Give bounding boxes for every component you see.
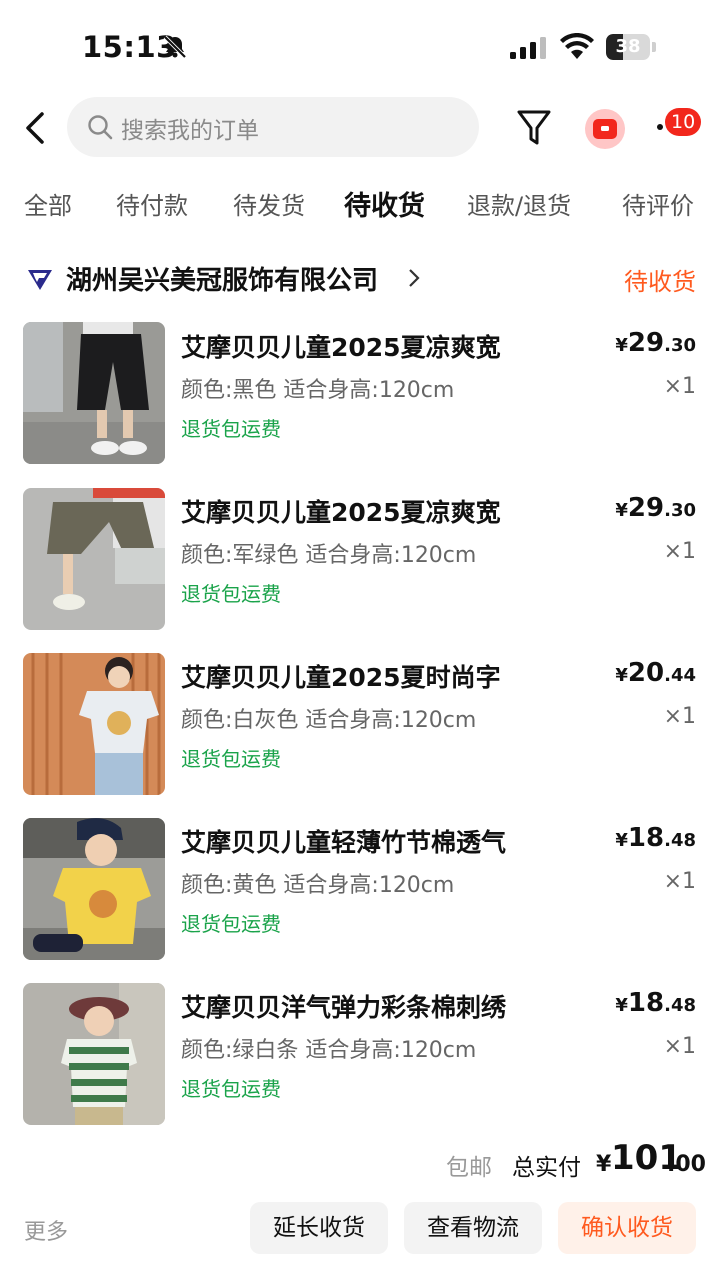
- product-qty: ×1: [663, 704, 696, 729]
- product-title[interactable]: 艾摩贝贝儿童2025夏凉爽宽: [181, 493, 501, 529]
- product-title[interactable]: 艾摩贝贝儿童2025夏凉爽宽: [181, 328, 501, 364]
- product-qty: ×1: [663, 374, 696, 399]
- product-photo-striped-tshirt: [23, 983, 165, 1125]
- battery-icon: 38: [606, 34, 656, 60]
- product-qty: ×1: [663, 869, 696, 894]
- return-shipping-tag: 退货包运费: [181, 582, 281, 606]
- shop-logo-icon: [28, 270, 52, 290]
- search-icon: [88, 115, 113, 140]
- product-spec: 颜色:黑色 适合身高:120cm: [181, 378, 455, 403]
- bell-muted-icon: [163, 35, 187, 59]
- confirm-receipt-button[interactable]: 确认收货: [558, 1202, 696, 1254]
- product-price: ¥20.44: [615, 658, 696, 688]
- product-spec: 颜色:军绿色 适合身高:120cm: [181, 543, 477, 568]
- cellular-signal-icon: [510, 37, 546, 59]
- product-photo-shorts-black: [23, 322, 165, 464]
- product-title[interactable]: 艾摩贝贝洋气弹力彩条棉刺绣: [181, 988, 506, 1024]
- message-badge[interactable]: 10: [665, 108, 702, 136]
- total-decimal: .00: [667, 1152, 706, 1177]
- filter-icon[interactable]: [516, 108, 552, 148]
- extend-receipt-button[interactable]: 延长收货: [250, 1202, 388, 1254]
- tab-pending-payment[interactable]: 待付款: [116, 186, 188, 221]
- return-shipping-tag: 退货包运费: [181, 417, 281, 441]
- product-image[interactable]: [23, 983, 165, 1125]
- tab-refund[interactable]: 退款/退货: [467, 186, 571, 221]
- red-packet-icon[interactable]: [584, 108, 626, 150]
- view-logistics-button[interactable]: 查看物流: [404, 1202, 542, 1254]
- product-photo-tshirt-yellow: [23, 818, 165, 960]
- product-image[interactable]: [23, 322, 165, 464]
- return-shipping-tag: 退货包运费: [181, 747, 281, 771]
- wifi-icon: [560, 33, 594, 59]
- product-price: ¥18.48: [615, 988, 696, 1018]
- product-photo-shorts-green: [23, 488, 165, 630]
- tab-pending-shipment[interactable]: 待发货: [233, 186, 305, 221]
- more-link[interactable]: 更多: [24, 1214, 68, 1246]
- return-shipping-tag: 退货包运费: [181, 912, 281, 936]
- total-label: 总实付: [512, 1155, 581, 1181]
- return-shipping-tag: 退货包运费: [181, 1077, 281, 1101]
- product-title[interactable]: 艾摩贝贝儿童轻薄竹节棉透气: [181, 823, 506, 859]
- product-spec: 颜色:绿白条 适合身高:120cm: [181, 1038, 477, 1063]
- product-price: ¥29.30: [615, 328, 696, 358]
- product-spec: 颜色:白灰色 适合身高:120cm: [181, 708, 477, 733]
- tab-pending-receipt[interactable]: 待收货: [344, 184, 425, 223]
- product-price: ¥29.30: [615, 493, 696, 523]
- product-image[interactable]: [23, 653, 165, 795]
- chevron-right-icon[interactable]: [408, 268, 420, 288]
- product-image[interactable]: [23, 818, 165, 960]
- product-image[interactable]: [23, 488, 165, 630]
- product-qty: ×1: [663, 1034, 696, 1059]
- product-spec: 颜色:黄色 适合身高:120cm: [181, 873, 455, 898]
- battery-level: 38: [615, 36, 641, 57]
- shop-name[interactable]: 湖州吴兴美冠服饰有限公司: [66, 260, 378, 297]
- product-title[interactable]: 艾摩贝贝儿童2025夏时尚字: [181, 658, 501, 694]
- product-qty: ×1: [663, 539, 696, 564]
- free-shipping-label: 包邮: [446, 1155, 492, 1181]
- product-photo-tshirt-white: [23, 653, 165, 795]
- more-dot[interactable]: [657, 124, 663, 130]
- back-arrow-icon[interactable]: [22, 110, 52, 146]
- search-input[interactable]: 搜索我的订单: [67, 97, 479, 157]
- tab-pending-review[interactable]: 待评价: [622, 186, 694, 221]
- order-status: 待收货: [624, 268, 696, 296]
- search-placeholder: 搜索我的订单: [121, 118, 259, 144]
- tab-all[interactable]: 全部: [24, 186, 72, 221]
- product-price: ¥18.48: [615, 823, 696, 853]
- total-currency: ¥: [596, 1152, 612, 1177]
